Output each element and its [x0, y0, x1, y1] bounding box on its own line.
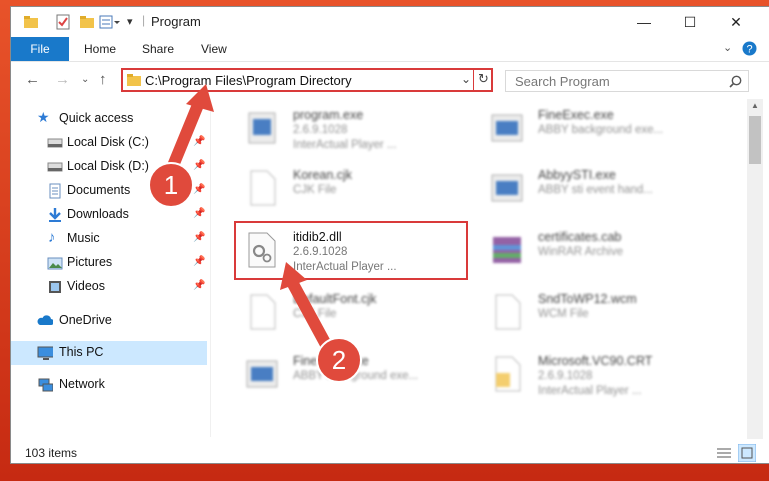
- callout-badge-1: 1: [148, 162, 194, 208]
- callout-badge-2: 2: [316, 337, 362, 383]
- annotation-arrows: [162, 84, 336, 358]
